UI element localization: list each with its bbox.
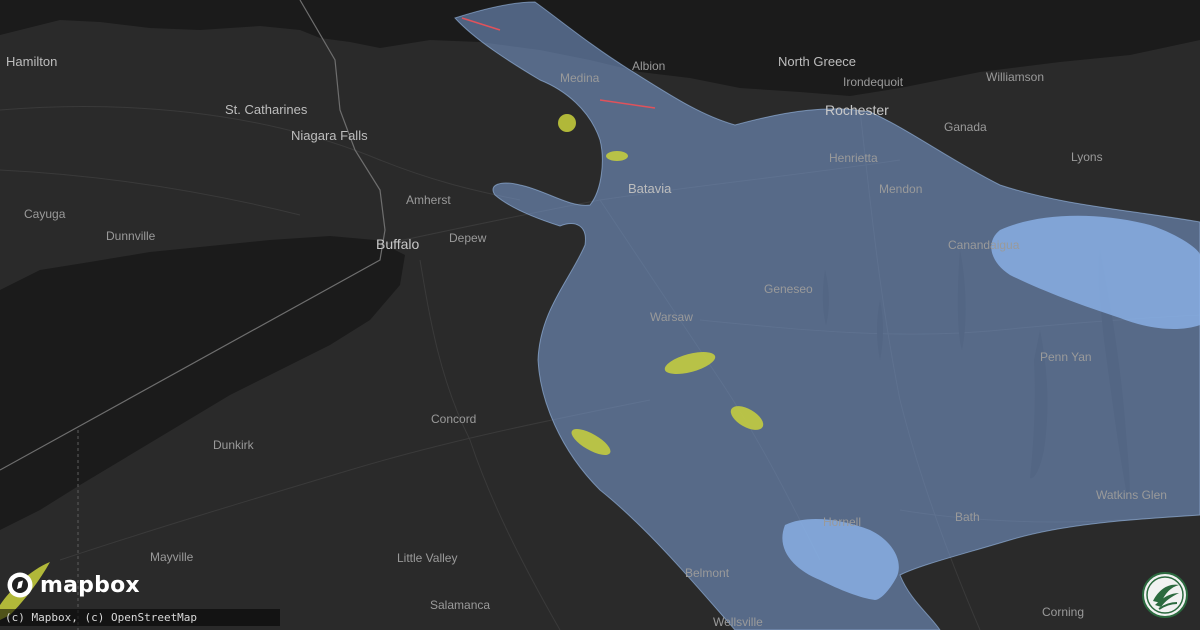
label-watkins-glen: Watkins Glen — [1096, 488, 1167, 502]
label-canandaigua: Canandaigua — [948, 238, 1020, 252]
label-lyons: Lyons — [1071, 150, 1103, 164]
label-cayuga: Cayuga — [24, 207, 66, 221]
label-hornell: Hornell — [823, 515, 861, 529]
label-hamilton: Hamilton — [6, 54, 57, 69]
label-williamson: Williamson — [986, 70, 1044, 84]
label-concord: Concord — [431, 412, 476, 426]
label-geneseo: Geneseo — [764, 282, 813, 296]
label-dunkirk: Dunkirk — [213, 438, 255, 452]
label-belmont: Belmont — [685, 566, 730, 580]
label-batavia: Batavia — [628, 181, 672, 196]
label-mendon: Mendon — [879, 182, 922, 196]
label-salamanca: Salamanca — [430, 598, 490, 612]
label-corning: Corning — [1042, 605, 1084, 619]
label-penn-yan: Penn Yan — [1040, 350, 1092, 364]
label-buffalo: Buffalo — [376, 236, 420, 252]
label-irondequoit: Irondequoit — [843, 75, 904, 89]
weather-badge-icon[interactable] — [1141, 571, 1189, 619]
mapbox-logo-text: mapbox — [40, 572, 140, 598]
label-amherst: Amherst — [406, 193, 451, 207]
label-mayville: Mayville — [150, 550, 194, 564]
label-wellsville: Wellsville — [713, 615, 763, 629]
map-canvas[interactable]: Hamilton St. Catharines Niagara Falls Am… — [0, 0, 1200, 630]
label-ganada: Ganada — [944, 120, 987, 134]
label-dunnville: Dunnville — [106, 229, 156, 243]
label-warsaw: Warsaw — [650, 310, 693, 324]
label-albion: Albion — [632, 59, 665, 73]
label-st-catharines: St. Catharines — [225, 102, 308, 117]
map-attribution[interactable]: (c) Mapbox, (c) OpenStreetMap — [0, 609, 280, 626]
label-niagara-falls: Niagara Falls — [291, 128, 368, 143]
label-medina: Medina — [560, 71, 600, 85]
label-little-valley: Little Valley — [397, 551, 457, 565]
mapbox-logo[interactable]: mapbox — [6, 568, 140, 602]
label-bath: Bath — [955, 510, 980, 524]
hail-cell[interactable] — [606, 151, 628, 161]
label-henrietta: Henrietta — [829, 151, 878, 165]
mapbox-logo-icon — [7, 572, 33, 598]
label-depew: Depew — [449, 231, 487, 245]
hail-cell[interactable] — [558, 114, 576, 132]
label-rochester: Rochester — [825, 102, 889, 118]
label-north-greece: North Greece — [778, 54, 856, 69]
